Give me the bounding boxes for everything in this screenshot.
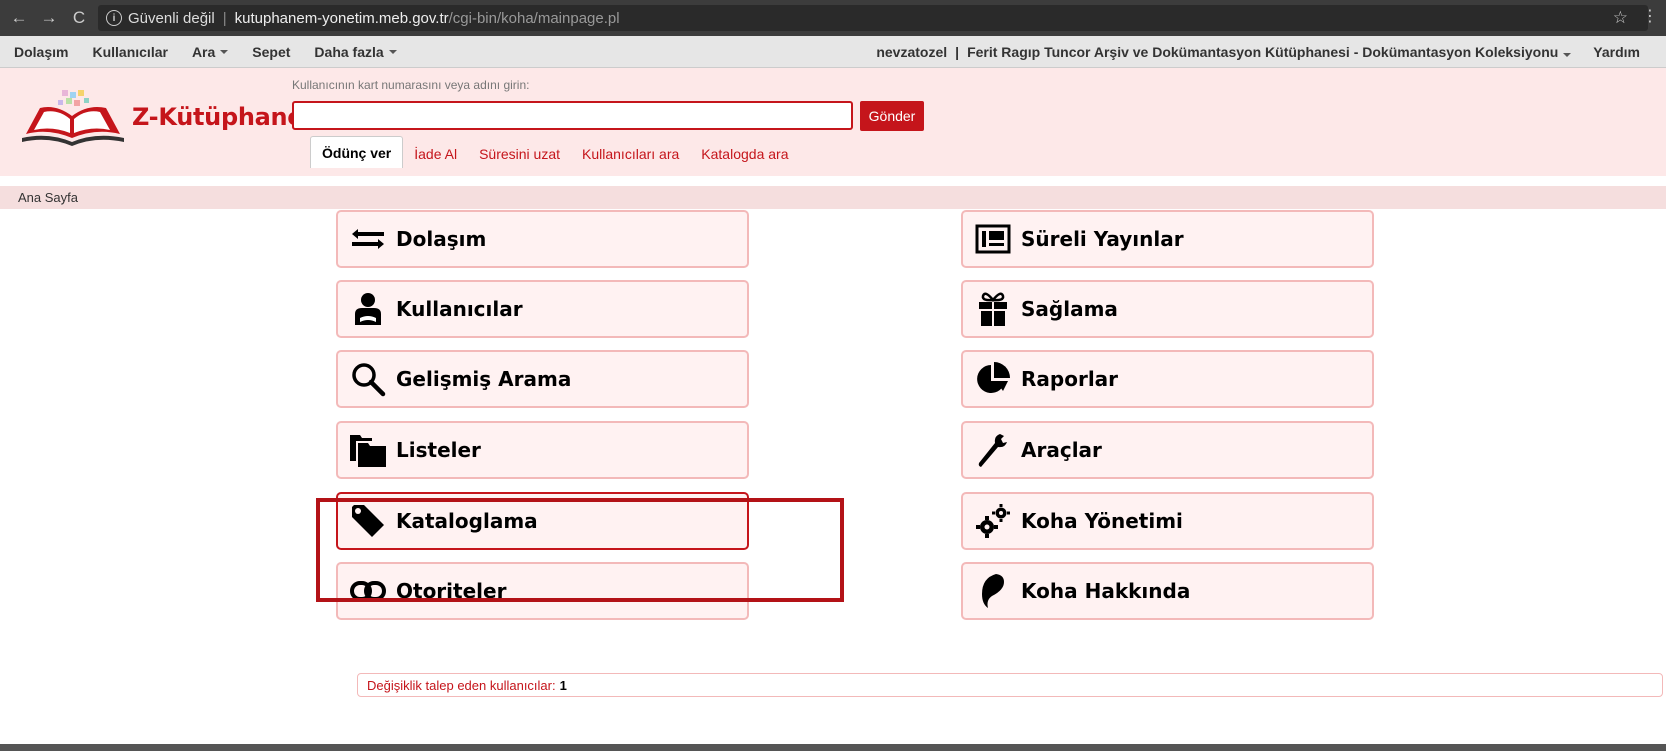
module-label: Koha Yönetimi <box>1021 509 1183 533</box>
pending-modifications[interactable]: Değişiklik talep eden kullanıcılar: 1 <box>357 673 1663 697</box>
forward-icon[interactable]: → <box>38 7 60 29</box>
tab-search-catalog[interactable]: Katalogda ara <box>690 140 799 168</box>
user-separator: | <box>955 44 960 60</box>
header: Z-Kütüphane Kullanıcının kart numarasını… <box>0 68 1666 176</box>
module-label: Araçlar <box>1021 438 1102 462</box>
nav-item-label: Sepet <box>252 43 291 60</box>
open-book-logo-icon <box>22 90 124 146</box>
module-koha-administration[interactable]: Koha Yönetimi <box>961 492 1374 550</box>
newspaper-icon <box>973 219 1013 259</box>
module-label: Dolaşım <box>396 227 487 251</box>
module-about-koha[interactable]: Koha Hakkında <box>961 562 1374 620</box>
submit-button[interactable]: Gönder <box>860 101 924 131</box>
patron-search-input[interactable] <box>292 101 853 130</box>
nav-item-search[interactable]: Ara <box>180 44 240 60</box>
tab-checkout[interactable]: Ödünç ver <box>310 136 404 168</box>
address-bar[interactable]: i Güvenli değil | kutuphanem-yonetim.meb… <box>98 5 1648 31</box>
module-label: Gelişmiş Arama <box>396 367 572 391</box>
module-serials[interactable]: Süreli Yayınlar <box>961 210 1374 268</box>
search-label: Kullanıcının kart numarasını veya adını … <box>292 78 530 92</box>
nav-item-cart[interactable]: Sepet <box>240 44 302 60</box>
nav-item-more[interactable]: Daha fazla <box>302 44 408 60</box>
module-circulation[interactable]: Dolaşım <box>336 210 749 268</box>
module-advanced-search[interactable]: Gelişmiş Arama <box>336 350 749 408</box>
module-reports[interactable]: Raporlar <box>961 350 1374 408</box>
module-patrons[interactable]: Kullanıcılar <box>336 280 749 338</box>
exchange-arrows-icon <box>348 219 388 259</box>
logged-in-user[interactable]: nevzatozel <box>876 44 947 60</box>
module-label: Sağlama <box>1021 297 1118 321</box>
caret-down-icon <box>220 49 229 54</box>
browser-menu-icon[interactable]: ⋮ <box>1642 6 1658 26</box>
info-icon[interactable]: i <box>106 10 122 26</box>
module-label: Süreli Yayınlar <box>1021 227 1184 251</box>
nav-item-label: Ara <box>191 43 216 60</box>
gift-icon <box>973 289 1013 329</box>
user-icon <box>348 289 388 329</box>
back-icon[interactable]: ← <box>8 7 30 29</box>
pie-chart-icon <box>973 359 1013 399</box>
module-label: Raporlar <box>1021 367 1119 391</box>
tab-renew[interactable]: Süresini uzat <box>468 140 571 168</box>
nav-item-circulation[interactable]: Dolaşım <box>0 44 80 60</box>
wrench-icon <box>973 430 1013 470</box>
url-path: /cgi-bin/koha/mainpage.pl <box>448 9 620 27</box>
highlight-frame <box>316 498 844 602</box>
module-lists[interactable]: Listeler <box>336 421 749 479</box>
module-label: Koha Hakkında <box>1021 579 1191 603</box>
help-link[interactable]: Yardım <box>1583 44 1666 60</box>
nav-item-patrons[interactable]: Kullanıcılar <box>80 44 179 60</box>
folders-icon <box>348 430 388 470</box>
pending-count: 1 <box>559 677 567 693</box>
caret-down-icon <box>1563 53 1572 57</box>
module-label: Listeler <box>396 438 481 462</box>
search-icon <box>348 359 388 399</box>
circulation-tabs: Ödünç ver İade Al Süresini uzat Kullanıc… <box>310 136 799 168</box>
nav-item-label: Kullanıcılar <box>92 43 168 60</box>
browser-toolbar: ← → C i Güvenli değil | kutuphanem-yonet… <box>0 0 1666 36</box>
bookmark-star-icon[interactable]: ☆ <box>1613 8 1628 28</box>
user-info: nevzatozel | Ferit Ragıp Tuncor Arşiv ve… <box>876 36 1666 68</box>
gears-icon <box>973 501 1013 541</box>
tab-checkin[interactable]: İade Al <box>403 140 468 168</box>
nav-item-label: Dolaşım <box>14 43 69 60</box>
library-selector[interactable]: Ferit Ragıp Tuncor Arşiv ve Dokümantasyo… <box>967 44 1583 60</box>
top-navigation: Dolaşım Kullanıcılar Ara Sepet Daha fazl… <box>0 36 1666 68</box>
breadcrumb-home[interactable]: Ana Sayfa <box>18 190 78 205</box>
logo-text: Z-Kütüphane <box>132 103 304 131</box>
caret-down-icon <box>388 49 397 54</box>
nav-item-label: Daha fazla <box>314 43 384 60</box>
module-acquisitions[interactable]: Sağlama <box>961 280 1374 338</box>
url-separator: | <box>222 9 227 27</box>
library-name: Ferit Ragıp Tuncor Arşiv ve Dokümantasyo… <box>967 44 1559 60</box>
pending-label: Değişiklik talep eden kullanıcılar: <box>367 677 556 693</box>
logo[interactable]: Z-Kütüphane <box>20 88 304 146</box>
breadcrumb: Ana Sayfa <box>0 186 1666 209</box>
bottom-border <box>0 744 1666 751</box>
module-label: Kullanıcılar <box>396 297 523 321</box>
security-label: Güvenli değil <box>128 9 215 27</box>
reload-icon[interactable]: C <box>68 7 90 29</box>
module-tools[interactable]: Araçlar <box>961 421 1374 479</box>
tab-search-patrons[interactable]: Kullanıcıları ara <box>571 140 690 168</box>
url-host: kutuphanem-yonetim.meb.gov.tr <box>234 9 449 27</box>
koha-leaf-icon <box>973 571 1013 611</box>
